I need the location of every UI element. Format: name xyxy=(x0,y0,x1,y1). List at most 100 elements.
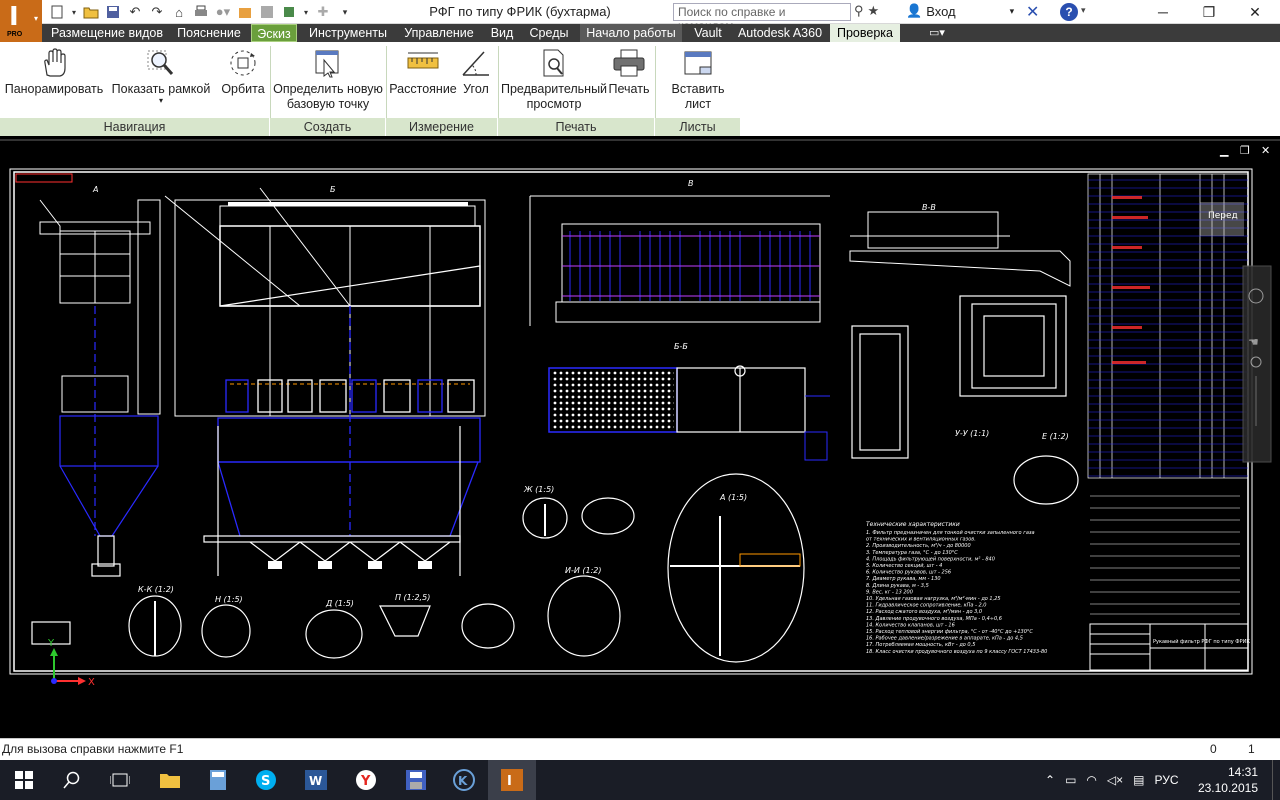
show-desktop-button[interactable] xyxy=(1272,760,1280,800)
label-b-top: Б xyxy=(330,185,336,194)
drawing-viewport[interactable]: ▁ ❐ ✕ 1. Фильтр предназначен для тонкой … xyxy=(0,136,1280,736)
viewer-app-icon[interactable]: K xyxy=(440,760,488,800)
open-folder-icon[interactable] xyxy=(82,3,100,21)
magnifier-icon xyxy=(108,48,214,78)
language-indicator[interactable]: РУС xyxy=(1154,773,1178,787)
save-disk-app-icon[interactable] xyxy=(392,760,440,800)
calculator-icon[interactable] xyxy=(194,760,242,800)
inventor-app-icon[interactable]: I xyxy=(488,760,536,800)
print-preview-button[interactable]: Предварительный просмотр xyxy=(500,48,608,112)
ribbon-options-icon[interactable]: ▭▾ xyxy=(920,24,954,42)
insert-sheet-label: Вставить лист xyxy=(671,82,725,111)
label-ii: И-И (1:2) xyxy=(565,566,602,575)
close-button[interactable]: ✕ xyxy=(1232,2,1278,22)
export-icon[interactable] xyxy=(280,3,298,21)
chevron-up-icon[interactable]: ⌃ xyxy=(1045,773,1055,787)
wifi-icon[interactable]: ◠ xyxy=(1086,773,1096,787)
tech-line: 8. Длина рукава, м - 3,5 xyxy=(866,583,929,589)
update-icon[interactable] xyxy=(258,3,276,21)
label-v-top: В xyxy=(688,179,694,188)
tab-manage[interactable]: Управление xyxy=(398,24,480,42)
new-file-icon[interactable] xyxy=(48,3,66,21)
zoom-window-button[interactable]: Показать рамкой ▾ xyxy=(108,48,214,105)
app-logo-letter: I xyxy=(9,2,19,32)
notification-icon[interactable]: ▤ xyxy=(1133,773,1144,787)
tab-sketch[interactable]: Эскиз xyxy=(251,24,297,42)
app-menu-button[interactable]: I PRO ▾ xyxy=(0,0,42,42)
skype-icon[interactable]: S xyxy=(242,760,290,800)
hand-icon xyxy=(2,48,106,78)
svg-text:W: W xyxy=(309,774,322,788)
tab-annotate[interactable]: Пояснение xyxy=(172,24,246,42)
label-p125: П (1:2,5) xyxy=(395,593,430,602)
distance-button[interactable]: Расстояние xyxy=(388,48,458,97)
zoom-window-label: Показать рамкой xyxy=(111,82,211,96)
tab-environments[interactable]: Среды xyxy=(524,24,574,42)
tech-line: 9. Вес, кг - 13 200 xyxy=(866,589,913,595)
color-icon[interactable]: ●▾ xyxy=(214,3,232,21)
tab-tools[interactable]: Инструменты xyxy=(303,24,393,42)
tech-line: 3. Температура газа, °С - до 130°С xyxy=(866,550,958,556)
search-icon[interactable] xyxy=(48,760,96,800)
customize-dropdown-icon[interactable]: ▾ xyxy=(336,3,354,21)
tech-line: 17. Потребляемая мощность, кВт - до 0,5 xyxy=(866,642,975,648)
tech-line: 2. Производительность, м³/ч - до 80000 xyxy=(866,543,971,549)
maximize-button[interactable]: ❐ xyxy=(1186,2,1232,22)
file-explorer-icon[interactable] xyxy=(146,760,194,800)
title-bar: ▾ ↶ ↷ ⌂ ●▾ ▾ ✚ ▾ РФГ по типу ФРИК (бухта… xyxy=(0,0,1280,33)
battery-icon[interactable]: ▭ xyxy=(1065,773,1076,787)
dropdown-icon[interactable]: ▾ xyxy=(70,3,78,21)
tab-get-started[interactable]: Начало работы xyxy=(580,24,682,42)
viewport-close-icon: ✕ xyxy=(1261,144,1270,157)
word-icon[interactable]: W xyxy=(292,760,340,800)
minimize-button[interactable]: ─ xyxy=(1140,2,1186,22)
undo-icon[interactable]: ↶ xyxy=(126,3,144,21)
start-button[interactable] xyxy=(0,760,48,800)
project-icon[interactable] xyxy=(236,3,254,21)
help-search-input[interactable]: Поиск по справке и командам... xyxy=(673,3,851,33)
print-button[interactable]: Печать xyxy=(606,48,652,97)
help-dropdown-icon[interactable]: ▾ xyxy=(1081,5,1086,16)
panel-label-navigation: Навигация xyxy=(0,118,270,136)
print-qat-icon[interactable] xyxy=(192,3,210,21)
tab-placement[interactable]: Размещение видов xyxy=(48,24,166,42)
new-base-point-button[interactable]: Определить новую базовую точку xyxy=(272,48,384,112)
ribbon: Панорамировать Показать рамкой ▾ Орбита … xyxy=(0,42,1280,136)
dropdown-icon[interactable]: ▾ xyxy=(302,3,310,21)
tab-a360[interactable]: Autodesk A360 xyxy=(734,24,826,42)
angle-button[interactable]: Угол xyxy=(458,48,494,97)
tab-inspect[interactable]: Проверка xyxy=(830,24,900,42)
status-value-1: 1 xyxy=(1248,742,1255,756)
login-button[interactable]: 👤 Вход ▾ xyxy=(906,3,1014,19)
exchange-apps-icon[interactable]: ✕ xyxy=(1026,2,1039,21)
zoom-dropdown-icon[interactable]: ▾ xyxy=(108,97,214,105)
volume-icon[interactable]: ◁× xyxy=(1107,773,1123,787)
yandex-browser-icon[interactable]: Y xyxy=(342,760,390,800)
redo-icon[interactable]: ↷ xyxy=(148,3,166,21)
pan-label: Панорамировать xyxy=(4,82,104,96)
svg-text:I: I xyxy=(507,774,512,789)
new-base-point-label-2: базовую точку xyxy=(286,97,370,111)
svg-text:K: K xyxy=(458,774,468,788)
search-icon[interactable]: ⚲ xyxy=(854,3,864,19)
task-view-icon[interactable] xyxy=(96,760,144,800)
help-button[interactable]: ? xyxy=(1060,3,1078,21)
label-uu: У-У (1:1) xyxy=(955,429,989,438)
star-icon[interactable]: ★ xyxy=(868,3,880,19)
tab-vault[interactable]: Vault xyxy=(688,24,728,42)
tech-line: от технических и вентиляционных газов. xyxy=(866,537,976,543)
pan-button[interactable]: Панорамировать xyxy=(2,48,106,97)
tech-line: 16. Рабочее давление/разрежение в аппара… xyxy=(866,636,1023,642)
status-value-0: 0 xyxy=(1210,742,1217,756)
tab-view[interactable]: Вид xyxy=(486,24,518,42)
clock[interactable]: 14:31 23.10.2015 xyxy=(1196,764,1258,796)
add-icon[interactable]: ✚ xyxy=(314,3,332,21)
side-view xyxy=(39,199,161,415)
orbit-button[interactable]: Орбита xyxy=(218,48,268,97)
app-menu-dropdown-icon: ▾ xyxy=(34,14,39,23)
insert-sheet-button[interactable]: Вставить лист xyxy=(657,48,739,112)
save-icon[interactable] xyxy=(104,3,122,21)
panel-separator xyxy=(270,46,271,118)
home-icon[interactable]: ⌂ xyxy=(170,3,188,21)
clock-time: 14:31 xyxy=(1227,765,1258,779)
